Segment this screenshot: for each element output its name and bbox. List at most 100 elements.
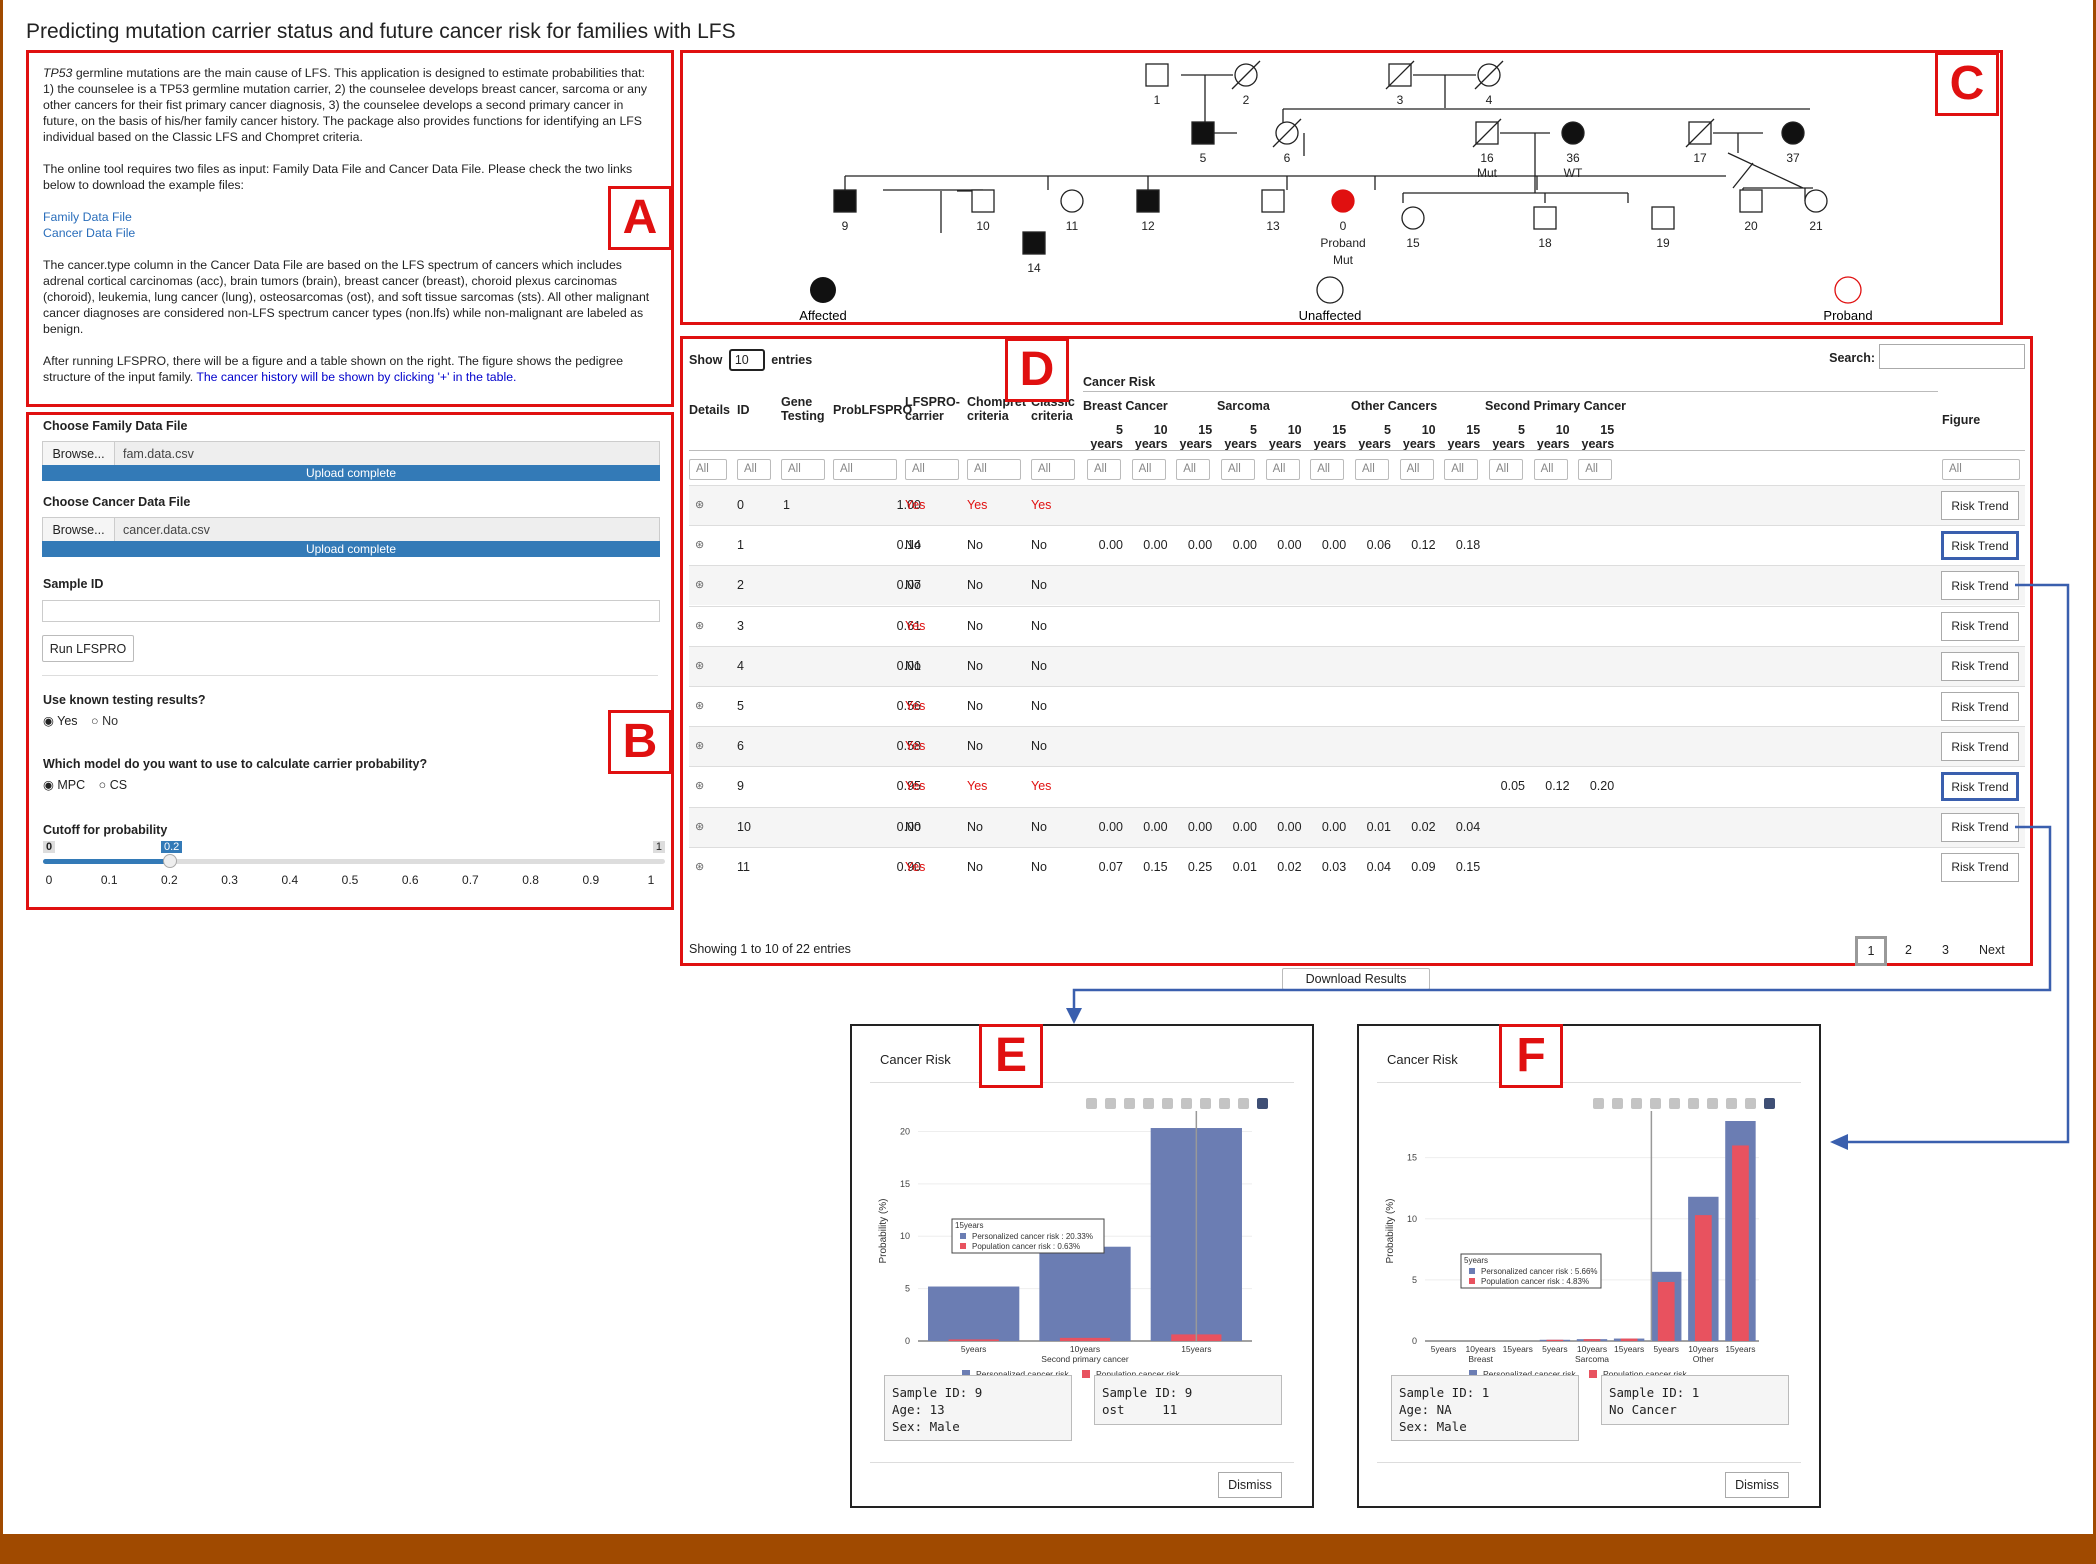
population-risk-bar[interactable] [1694, 1215, 1712, 1341]
column-filter[interactable]: All [967, 459, 1021, 480]
column-filter[interactable]: All [1399, 459, 1434, 480]
column-filter[interactable]: All [833, 459, 897, 480]
column-filter[interactable]: All [1355, 459, 1389, 480]
cancer-data-link[interactable]: Cancer Data File [43, 225, 657, 241]
column-header-2[interactable]: Gene Testing [781, 395, 831, 423]
year-header[interactable]: 5 years [1351, 423, 1391, 451]
autoscale-icon[interactable] [1219, 1098, 1230, 1109]
risk-trend-button[interactable]: Risk Trend [1941, 651, 2019, 681]
column-filter[interactable]: All [1533, 459, 1568, 480]
column-filter[interactable]: All [1265, 459, 1300, 480]
risk-trend-button[interactable]: Risk Trend [1941, 692, 2019, 721]
risk-trend-button[interactable]: Risk Trend [1941, 772, 2019, 802]
zoom-in-icon[interactable] [1688, 1098, 1699, 1109]
column-filter[interactable]: All [1489, 459, 1523, 480]
year-header[interactable]: 10 years [1262, 423, 1302, 451]
column-filter[interactable]: All [781, 459, 825, 480]
plot-toolbar[interactable] [1593, 1098, 1775, 1109]
sample-id-input[interactable] [42, 600, 660, 622]
year-header[interactable]: 5 years [1217, 423, 1257, 451]
column-filter[interactable]: All [1444, 459, 1479, 480]
modal-e-dismiss-button[interactable]: Dismiss [1218, 1472, 1282, 1498]
slider-handle[interactable] [163, 854, 177, 868]
run-lfspro-button[interactable]: Run LFSPRO [42, 635, 134, 662]
risk-trend-button[interactable]: Risk Trend [1941, 611, 2019, 641]
cutoff-slider[interactable]: 0 0.2 1 0 0.1 0.2 0.3 0.4 0.5 0.6 0.7 0.8 0.9 1 [43, 841, 665, 901]
column-filter[interactable]: All [905, 459, 959, 480]
population-risk-bar[interactable] [1657, 1281, 1675, 1341]
download-results-button[interactable]: Download Results [1282, 968, 1430, 990]
camera-icon[interactable] [1593, 1098, 1604, 1109]
population-risk-bar[interactable] [1583, 1339, 1601, 1341]
zoom-icon[interactable] [1612, 1098, 1623, 1109]
select-icon[interactable] [1650, 1098, 1661, 1109]
autoscale-icon[interactable] [1726, 1098, 1737, 1109]
home-icon[interactable] [1745, 1098, 1756, 1109]
page-1-button[interactable]: 1 [1855, 936, 1887, 966]
population-risk-bar[interactable] [1546, 1339, 1564, 1341]
personalized-risk-bar[interactable] [928, 1286, 1020, 1341]
column-filter[interactable]: All [1578, 459, 1613, 480]
year-header[interactable]: 5 years [1485, 423, 1525, 451]
risk-trend-button[interactable]: Risk Trend [1941, 732, 2019, 762]
year-header[interactable]: 10 years [1530, 423, 1570, 451]
column-filter[interactable]: All [1942, 459, 2020, 480]
home-icon[interactable] [1238, 1098, 1249, 1109]
family-data-link[interactable]: Family Data File [43, 209, 657, 225]
details-toggle[interactable]: ⊛ [695, 659, 704, 672]
year-header[interactable]: 5 years [1083, 423, 1123, 451]
risk-trend-button[interactable]: Risk Trend [1941, 491, 2019, 520]
column-filter[interactable]: All [689, 459, 727, 480]
year-header[interactable]: 10 years [1128, 423, 1168, 451]
zoom-out-icon[interactable] [1707, 1098, 1718, 1109]
next-page-button[interactable]: Next [1979, 943, 2005, 957]
details-toggle[interactable]: ⊛ [695, 860, 704, 873]
page-2-button[interactable]: 2 [1905, 943, 1912, 957]
population-risk-bar[interactable] [1620, 1338, 1638, 1341]
personalized-risk-bar[interactable] [1039, 1246, 1131, 1341]
camera-icon[interactable] [1086, 1098, 1097, 1109]
population-risk-bar[interactable] [1732, 1145, 1749, 1341]
year-header[interactable]: 15 years [1172, 423, 1213, 451]
column-header-1[interactable]: ID [737, 403, 777, 417]
details-toggle[interactable]: ⊛ [695, 820, 704, 833]
column-filter[interactable]: All [1087, 459, 1121, 480]
risk-trend-button[interactable]: Risk Trend [1941, 571, 2019, 601]
column-filter[interactable]: All [1310, 459, 1345, 480]
cancer-browse-button[interactable]: Browse... [43, 518, 115, 541]
details-toggle[interactable]: ⊛ [695, 699, 704, 712]
column-filter[interactable]: All [737, 459, 771, 480]
zoom-icon[interactable] [1105, 1098, 1116, 1109]
risk-trend-button[interactable]: Risk Trend [1941, 852, 2019, 882]
details-toggle[interactable]: ⊛ [695, 498, 704, 511]
column-filter[interactable]: All [1031, 459, 1075, 480]
column-filter[interactable]: All [1176, 459, 1211, 480]
modal-f-dismiss-button[interactable]: Dismiss [1725, 1472, 1789, 1498]
page-3-button[interactable]: 3 [1942, 943, 1949, 957]
details-toggle[interactable]: ⊛ [695, 779, 704, 792]
details-toggle[interactable]: ⊛ [695, 538, 704, 551]
year-header[interactable]: 15 years [1306, 423, 1347, 451]
year-header[interactable]: 15 years [1440, 423, 1481, 451]
column-filter[interactable]: All [1221, 459, 1255, 480]
zoom-out-icon[interactable] [1200, 1098, 1211, 1109]
lasso-icon[interactable] [1669, 1098, 1680, 1109]
radio-no[interactable]: ○ No [91, 714, 118, 728]
pan-icon[interactable] [1631, 1098, 1642, 1109]
column-header-3[interactable]: ProbLFSPRO [833, 403, 912, 417]
column-header-4[interactable]: LFSPRO-carrier [905, 395, 965, 423]
zoom-in-icon[interactable] [1181, 1098, 1192, 1109]
risk-trend-button[interactable]: Risk Trend [1941, 531, 2019, 561]
plotly-logo-icon[interactable] [1764, 1098, 1775, 1109]
year-header[interactable]: 15 years [1574, 423, 1615, 451]
risk-trend-button[interactable]: Risk Trend [1941, 812, 2019, 842]
year-header[interactable]: 10 years [1396, 423, 1436, 451]
radio-yes[interactable]: ◉ Yes [43, 714, 78, 728]
family-browse-button[interactable]: Browse... [43, 442, 115, 465]
select-icon[interactable] [1143, 1098, 1154, 1109]
lasso-icon[interactable] [1162, 1098, 1173, 1109]
details-toggle[interactable]: ⊛ [695, 619, 704, 632]
radio-mpc[interactable]: ◉ MPC [43, 778, 85, 792]
entries-select[interactable]: 10 [728, 349, 765, 371]
plot-toolbar[interactable] [1086, 1098, 1268, 1109]
